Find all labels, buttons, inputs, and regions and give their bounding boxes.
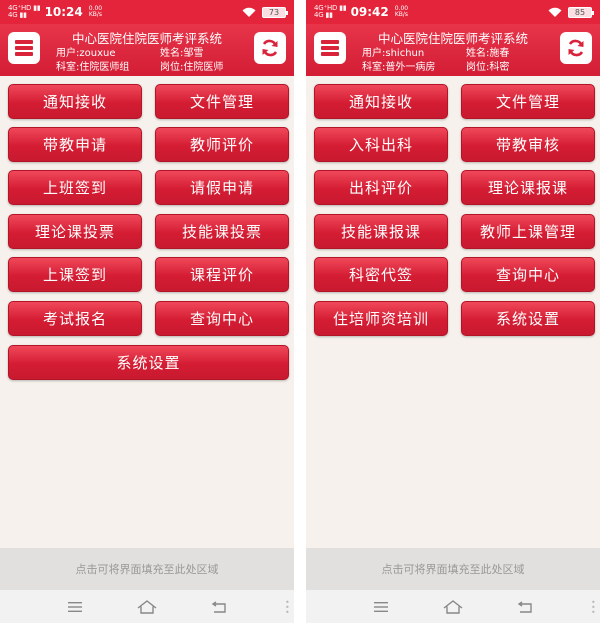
work-check-in-button[interactable]: 上班签到 bbox=[8, 170, 142, 205]
home-icon[interactable] bbox=[137, 599, 157, 614]
hamburger-menu-icon bbox=[15, 40, 33, 56]
speed-unit: KB/s bbox=[88, 11, 103, 18]
user-id: 用户:shichun bbox=[362, 48, 425, 59]
user-name: 姓名:邹雪 bbox=[160, 48, 204, 59]
user-department: 科室:住院医师组 bbox=[56, 62, 130, 73]
notification-receive-button[interactable]: 通知接收 bbox=[314, 84, 448, 119]
refresh-button[interactable] bbox=[254, 32, 286, 64]
network-speed: 0.00 KB/s bbox=[395, 6, 408, 18]
menu-lines-icon[interactable] bbox=[67, 601, 83, 613]
battery-icon: 73 bbox=[262, 6, 288, 18]
user-position: 岗位:住院医师 bbox=[160, 62, 224, 73]
refresh-button[interactable] bbox=[560, 32, 592, 64]
query-center-button[interactable]: 查询中心 bbox=[155, 301, 289, 336]
leave-application-button[interactable]: 请假申请 bbox=[155, 170, 289, 205]
signal-line-2: 4G ▮▮ bbox=[8, 11, 27, 19]
file-management-button[interactable]: 文件管理 bbox=[155, 84, 289, 119]
battery-icon: 85 bbox=[568, 6, 594, 18]
user-department: 科室:普外一病房 bbox=[362, 62, 436, 73]
skills-course-vote-button[interactable]: 技能课投票 bbox=[155, 214, 289, 249]
user-position: 岗位:科密 bbox=[466, 62, 510, 73]
menu-lines-icon[interactable] bbox=[373, 601, 389, 613]
speed-unit: KB/s bbox=[394, 11, 409, 18]
refresh-icon bbox=[568, 39, 584, 57]
hamburger-menu-icon bbox=[321, 40, 339, 56]
phone-screen-left: 4G⁺HD ▮▮ 4G ▮▮ 10:24 0.00 KB/s 73 中心医院住院… bbox=[0, 0, 294, 623]
teaching-review-button[interactable]: 带教审核 bbox=[461, 127, 595, 162]
system-settings-button[interactable]: 系统设置 bbox=[8, 345, 289, 380]
back-icon[interactable] bbox=[517, 600, 533, 613]
theory-course-vote-button[interactable]: 理论课投票 bbox=[8, 214, 142, 249]
clock: 10:24 bbox=[44, 5, 83, 19]
fill-screen-area[interactable]: 点击可将界面填充至此处区域 bbox=[0, 548, 294, 590]
network-speed: 0.00 KB/s bbox=[89, 6, 102, 18]
file-management-button[interactable]: 文件管理 bbox=[461, 84, 595, 119]
class-check-in-button[interactable]: 上课签到 bbox=[8, 257, 142, 292]
system-settings-button[interactable]: 系统设置 bbox=[461, 301, 595, 336]
faculty-training-button[interactable]: 住培师资培训 bbox=[314, 301, 448, 336]
app-header: 中心医院住院医师考评系统 用户:zouxue 姓名:邹雪 科室:住院医师组 岗位… bbox=[0, 24, 294, 76]
skills-course-report-button[interactable]: 技能课报课 bbox=[314, 214, 448, 249]
refresh-icon bbox=[262, 39, 278, 57]
teaching-application-button[interactable]: 带教申请 bbox=[8, 127, 142, 162]
theory-course-report-button[interactable]: 理论课报课 bbox=[461, 170, 595, 205]
clock: 09:42 bbox=[350, 5, 389, 19]
more-dots-icon: • • • bbox=[285, 598, 290, 617]
signal-line-2: 4G ▮▮ bbox=[314, 11, 333, 19]
navigation-bar: • • • bbox=[306, 590, 600, 623]
exam-registration-button[interactable]: 考试报名 bbox=[8, 301, 142, 336]
phone-screen-right: 4G⁺HD ▮▮ 4G ▮▮ 09:42 0.00 KB/s 85 中心医院住院… bbox=[306, 0, 600, 623]
exit-evaluation-button[interactable]: 出科评价 bbox=[314, 170, 448, 205]
back-icon[interactable] bbox=[211, 600, 227, 613]
query-center-button[interactable]: 查询中心 bbox=[461, 257, 595, 292]
navigation-bar: • • • bbox=[0, 590, 294, 623]
teacher-class-management-button[interactable]: 教师上课管理 bbox=[461, 214, 595, 249]
user-name: 姓名:施春 bbox=[466, 48, 510, 59]
signal-indicator: 4G⁺HD ▮▮ 4G ▮▮ bbox=[314, 5, 347, 19]
signal-indicator: 4G⁺HD ▮▮ 4G ▮▮ bbox=[8, 5, 41, 19]
fill-screen-area[interactable]: 点击可将界面填充至此处区域 bbox=[306, 548, 600, 590]
menu-button[interactable] bbox=[314, 32, 346, 64]
menu-button[interactable] bbox=[8, 32, 40, 64]
wifi-icon bbox=[548, 7, 562, 17]
secretary-proxy-sign-button[interactable]: 科密代签 bbox=[314, 257, 448, 292]
status-bar: 4G⁺HD ▮▮ 4G ▮▮ 10:24 0.00 KB/s 73 bbox=[0, 0, 294, 24]
course-evaluation-button[interactable]: 课程评价 bbox=[155, 257, 289, 292]
status-bar: 4G⁺HD ▮▮ 4G ▮▮ 09:42 0.00 KB/s 85 bbox=[306, 0, 600, 24]
screen-divider bbox=[294, 0, 306, 623]
more-dots-icon: • • • bbox=[591, 598, 596, 617]
home-icon[interactable] bbox=[443, 599, 463, 614]
user-id: 用户:zouxue bbox=[56, 48, 116, 59]
wifi-icon bbox=[242, 7, 256, 17]
app-header: 中心医院住院医师考评系统 用户:shichun 姓名:施春 科室:普外一病房 岗… bbox=[306, 24, 600, 76]
teacher-evaluation-button[interactable]: 教师评价 bbox=[155, 127, 289, 162]
department-entry-exit-button[interactable]: 入科出科 bbox=[314, 127, 448, 162]
notification-receive-button[interactable]: 通知接收 bbox=[8, 84, 142, 119]
